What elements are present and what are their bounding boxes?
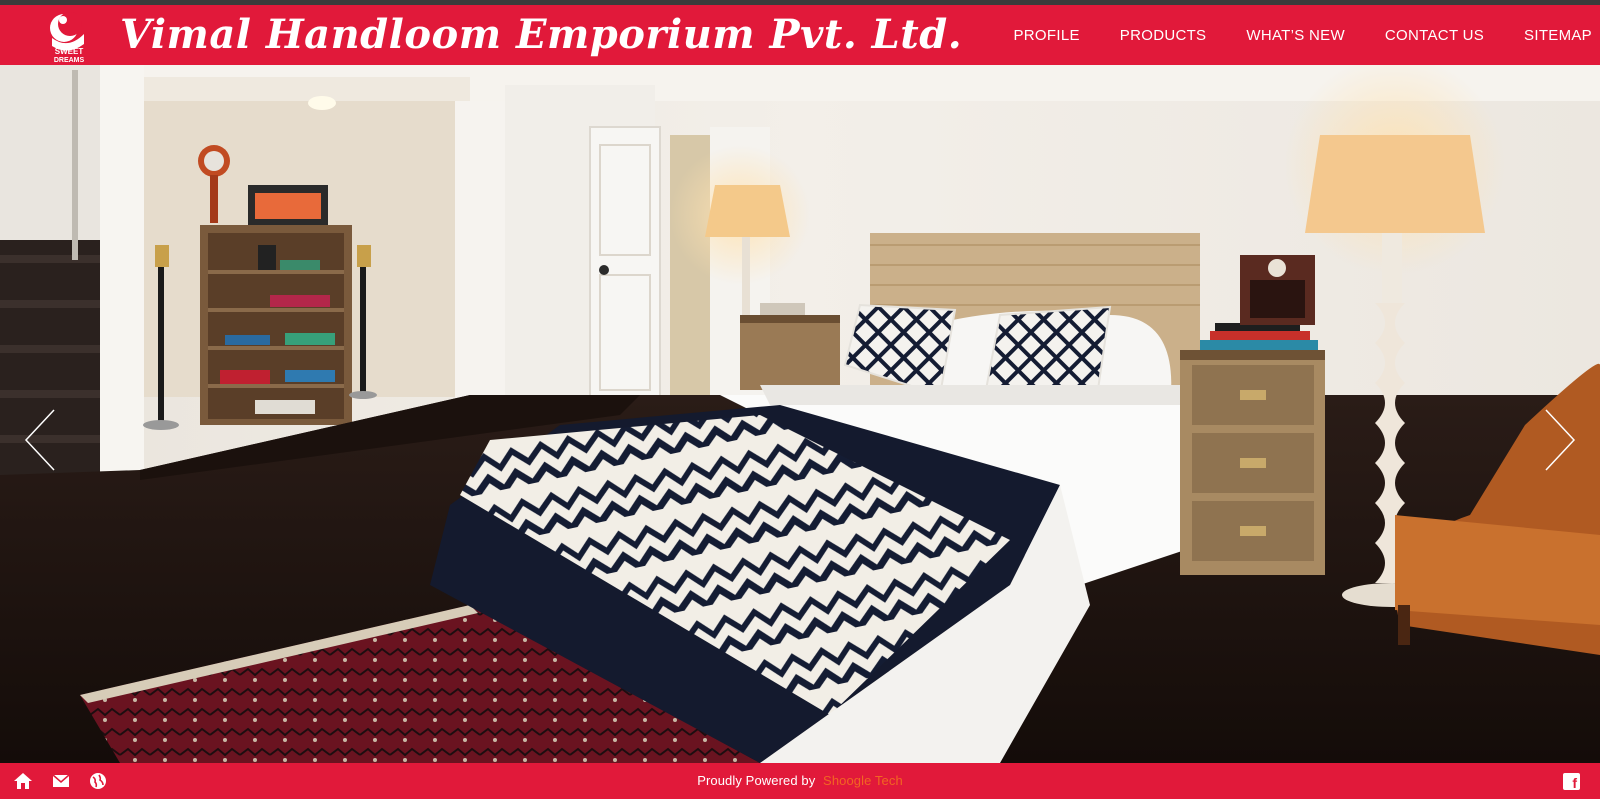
bedroom-photo xyxy=(0,65,1600,763)
site-header: SWEET DREAMS Vimal Handloom Emporium Pvt… xyxy=(0,5,1600,65)
chevron-right-icon xyxy=(1545,409,1576,471)
brand-title[interactable]: Vimal Handloom Emporium Pvt. Ltd. xyxy=(120,9,962,61)
powered-by: Proudly Powered by Shoogle Tech xyxy=(0,763,1600,799)
nav-whats-new[interactable]: WHAT’S NEW xyxy=(1246,27,1345,44)
powered-by-text: Proudly Powered by xyxy=(697,773,816,788)
nav-sitemap[interactable]: SITEMAP xyxy=(1524,27,1592,44)
nav-contact-us[interactable]: CONTACT US xyxy=(1385,27,1484,44)
site-footer: Proudly Powered by Shoogle Tech f xyxy=(0,763,1600,799)
main-nav: PROFILE PRODUCTS WHAT’S NEW CONTACT US S… xyxy=(1014,5,1600,65)
facebook-icon[interactable]: f xyxy=(1563,773,1580,791)
sweet-dreams-logo[interactable]: SWEET DREAMS xyxy=(44,8,94,64)
svg-text:SWEET: SWEET xyxy=(55,47,84,56)
nav-profile[interactable]: PROFILE xyxy=(1014,27,1080,44)
powered-by-link[interactable]: Shoogle Tech xyxy=(823,773,903,788)
nav-products[interactable]: PRODUCTS xyxy=(1120,27,1207,44)
svg-text:DREAMS: DREAMS xyxy=(54,57,85,64)
slider-prev-button[interactable] xyxy=(22,405,62,475)
chevron-left-icon xyxy=(24,409,55,471)
slider-next-button[interactable] xyxy=(1538,405,1578,475)
hero-slider xyxy=(0,65,1600,763)
